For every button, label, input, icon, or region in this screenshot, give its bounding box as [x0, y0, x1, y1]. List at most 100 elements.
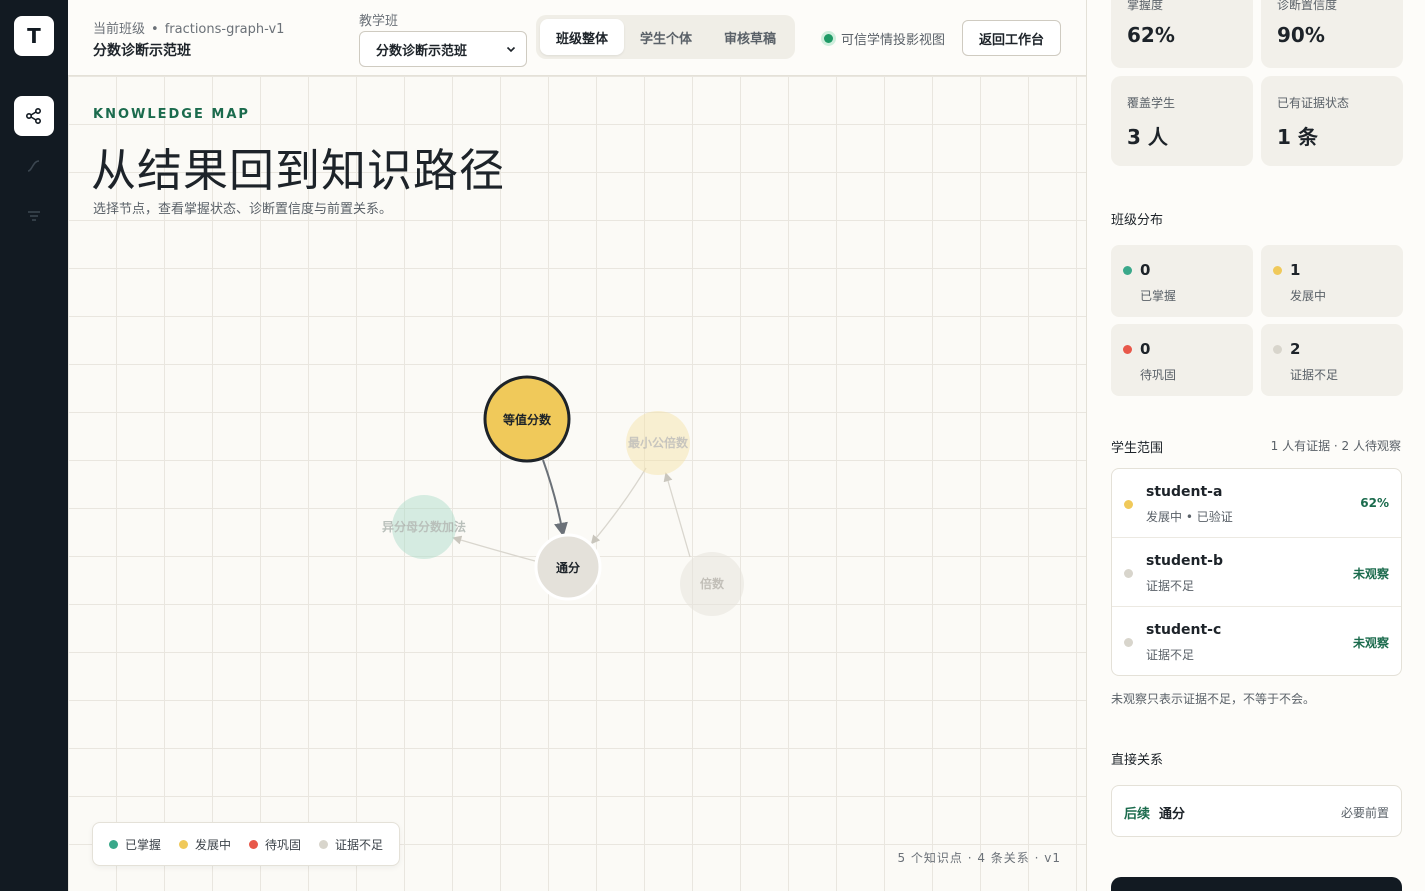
metric-card-confidence: 诊断置信度 90%	[1261, 0, 1403, 68]
legend-label: 待巩固	[265, 837, 302, 852]
metric-card-coverage: 覆盖学生 3 人	[1111, 76, 1253, 166]
metric-label: 已有证据状态	[1277, 96, 1350, 110]
class-select-value: 分数诊断示范班	[376, 43, 468, 59]
projection-status-label: 可信学情投影视图	[841, 33, 946, 48]
chevron-down-icon	[506, 46, 516, 53]
class-select[interactable]: 分数诊断示范班	[359, 31, 527, 67]
student-meta: 证据不足	[1146, 648, 1195, 662]
distribution-title: 班级分布	[1111, 213, 1164, 228]
status-dot	[1124, 638, 1133, 647]
legend-label: 发展中	[195, 837, 232, 852]
breadcrumb-graph: fractions-graph-v1	[164, 22, 285, 37]
metric-label: 诊断置信度	[1277, 0, 1338, 12]
metric-value: 1 条	[1277, 125, 1318, 149]
knowledge-map-canvas[interactable]: KNOWLEDGE MAP 从结果回到知识路径 选择节点，查看掌握状态、诊断置信…	[68, 76, 1086, 891]
student-scope-meta: 1 人有证据 · 2 人待观察	[1270, 439, 1401, 453]
detail-panel: 掌握度 62% 诊断置信度 90% 覆盖学生 3 人 已有证据状态 1 条 班级…	[1086, 0, 1425, 891]
student-score: 62%	[1360, 496, 1389, 510]
node-label: 倍数	[700, 576, 725, 591]
filter-nav-button[interactable]	[14, 196, 54, 236]
metric-label: 掌握度	[1127, 0, 1164, 12]
projection-status: 可信学情投影视图	[824, 29, 945, 48]
distribution-count: 0	[1140, 340, 1151, 358]
status-dot	[1273, 345, 1282, 354]
class-select-label: 教学班	[359, 14, 399, 29]
tab-student-individual[interactable]: 学生个体	[624, 19, 708, 55]
legend-dot	[109, 839, 118, 849]
node-equivalent-fractions[interactable]: 等值分数	[483, 375, 571, 463]
student-row[interactable]: student-c 证据不足 未观察	[1112, 607, 1401, 675]
tab-class-overall[interactable]: 班级整体	[540, 19, 625, 55]
metric-value: 62%	[1127, 23, 1175, 47]
relation-target: 通分	[1159, 807, 1186, 822]
edge-multiple-to-lcm	[663, 472, 691, 558]
knowledge-map-nav-button[interactable]	[14, 96, 54, 136]
distribution-count: 0	[1140, 261, 1151, 279]
relation-card[interactable]: 后续 通分 必要前置	[1111, 785, 1402, 837]
node-label: 通分	[556, 560, 580, 575]
tab-review-drafts[interactable]: 审核草稿	[708, 19, 792, 55]
node-unlike-fraction-addition[interactable]: 异分母分数加法	[382, 495, 466, 559]
node-multiple[interactable]: 倍数	[680, 552, 744, 616]
student-score: 未观察	[1352, 567, 1389, 581]
student-name: student-c	[1146, 622, 1222, 638]
status-dot	[1124, 500, 1133, 509]
map-legend: 已掌握 发展中 待巩固 证据不足	[92, 822, 401, 866]
back-to-workbench-button[interactable]: 返回工作台	[962, 20, 1061, 56]
left-rail: T	[0, 0, 68, 891]
status-dot	[1124, 569, 1133, 578]
student-name: student-b	[1146, 553, 1223, 569]
legend-dot	[249, 839, 259, 849]
distribution-developing: 1 发展中	[1261, 245, 1403, 317]
metric-value: 90%	[1277, 23, 1325, 47]
distribution-label: 证据不足	[1290, 368, 1339, 382]
relation-direction: 后续	[1124, 807, 1151, 822]
relations-title: 直接关系	[1111, 753, 1164, 768]
student-score: 未观察	[1352, 636, 1389, 650]
graph-stats: 5 个知识点 · 4 条关系 · v1	[897, 851, 1061, 865]
status-dot	[1273, 266, 1282, 275]
student-row[interactable]: student-b 证据不足 未观察	[1112, 538, 1401, 607]
filter-icon	[28, 211, 40, 221]
breadcrumb: 当前班级 • fractions-graph-v1	[93, 18, 284, 37]
distribution-mastered: 0 已掌握	[1111, 245, 1253, 317]
edge-equivalent-to-common-denominator	[542, 459, 568, 537]
observation-note: 未观察只表示证据不足，不等于不会。	[1111, 692, 1316, 706]
node-common-denominator[interactable]: 通分	[534, 533, 602, 601]
class-title: 分数诊断示范班	[93, 43, 191, 59]
student-meta: 证据不足	[1146, 579, 1195, 593]
student-row[interactable]: student-a 发展中 • 已验证 62%	[1112, 469, 1401, 538]
distribution-label: 发展中	[1290, 289, 1327, 303]
legend-dot	[319, 839, 329, 849]
breadcrumb-label: 当前班级	[93, 22, 146, 37]
legend-item: 待巩固	[249, 836, 301, 853]
legend-item: 证据不足	[319, 836, 383, 853]
node-label: 最小公倍数	[628, 435, 689, 450]
legend-item: 已掌握	[109, 836, 161, 853]
node-label: 异分母分数加法	[382, 519, 466, 534]
trend-nav-button[interactable]	[14, 146, 54, 186]
legend-dot	[179, 839, 189, 849]
distribution-count: 1	[1290, 261, 1301, 279]
distribution-needs-review: 0 待巩固	[1111, 324, 1253, 396]
student-scope-title: 学生范围	[1111, 441, 1164, 456]
student-list: student-a 发展中 • 已验证 62% student-b 证据不足 未…	[1111, 468, 1402, 676]
metric-value: 3 人	[1127, 125, 1168, 149]
edge-common-denominator-to-unlike-addition	[452, 535, 536, 562]
legend-label: 已掌握	[125, 837, 162, 852]
graph-nodes-icon	[25, 107, 42, 125]
distribution-count: 2	[1290, 340, 1301, 358]
student-meta: 发展中 • 已验证	[1146, 510, 1233, 524]
breadcrumb-separator: •	[151, 22, 159, 37]
legend-label: 证据不足	[335, 837, 384, 852]
knowledge-graph: 最小公倍数 异分母分数加法 倍数 通分 等值分数	[382, 375, 744, 616]
node-label: 等值分数	[502, 412, 552, 427]
panel-primary-button[interactable]	[1111, 877, 1402, 891]
metric-label: 覆盖学生	[1127, 96, 1176, 110]
legend-item: 发展中	[179, 836, 231, 853]
node-lcm[interactable]: 最小公倍数	[626, 411, 690, 475]
trend-curve-icon	[27, 160, 40, 172]
app-logo[interactable]: T	[14, 16, 54, 56]
edge-lcm-to-common-denominator	[590, 467, 647, 545]
distribution-label: 已掌握	[1140, 289, 1177, 303]
